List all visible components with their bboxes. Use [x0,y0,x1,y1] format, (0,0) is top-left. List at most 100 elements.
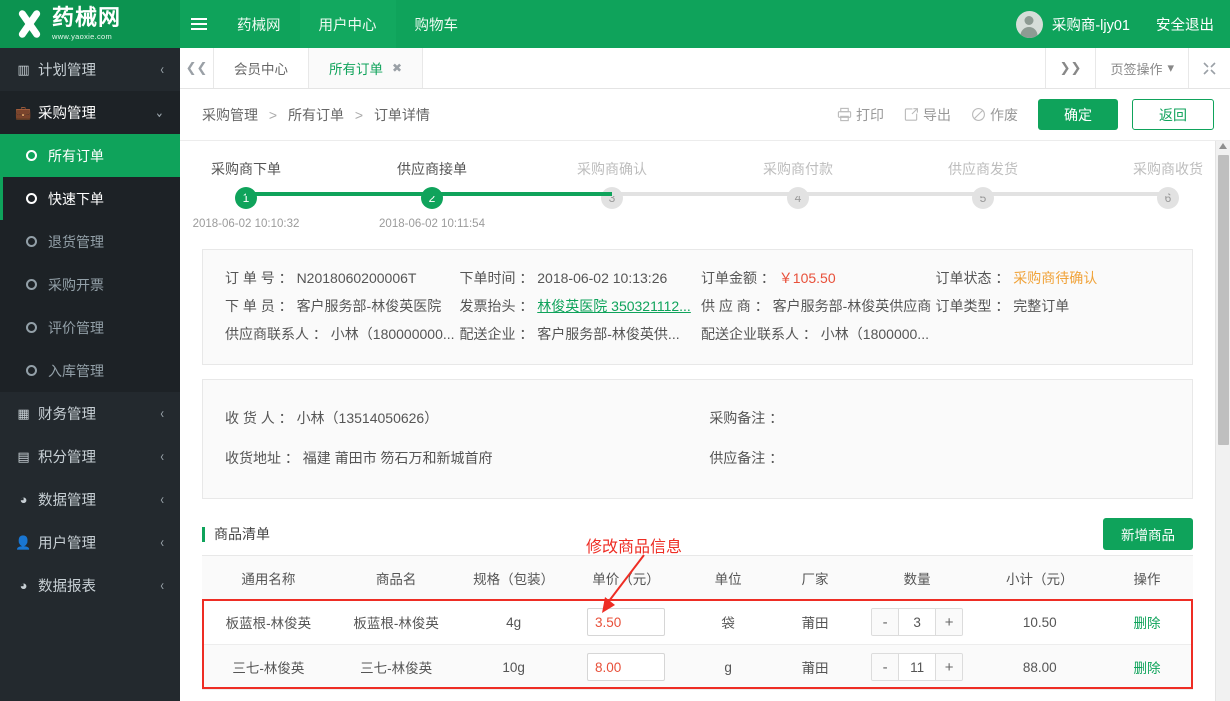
step-track-3 [612,192,798,196]
qty-value[interactable]: 3 [898,609,937,635]
sidebar-group-plan[interactable]: ▥ 计划管理 ‹ [0,48,180,91]
tab-all-orders[interactable]: 所有订单 ✖ [309,48,424,88]
void-button[interactable]: 作废 [971,105,1018,125]
delete-row-link[interactable]: 删除 [1134,661,1161,676]
topnav-item-cart[interactable]: 购物车 [396,0,478,48]
sidebar-item-all-orders[interactable]: 所有订单 [0,134,180,177]
close-icon[interactable]: ✖ [392,61,402,75]
scroll-up-arrow-icon[interactable] [1219,143,1227,149]
sidebar-group-users[interactable]: 👤 用户管理 ‹ [0,521,180,564]
order-info-col-1: 订 单 号 ： N2018060200006T 下 单 员 ： 客户服务部-林俊… [225,264,459,348]
sidebar-item-returns[interactable]: 退货管理 [0,220,180,263]
step-number: 2 [421,187,443,209]
sidebar-item-invoicing[interactable]: 采购开票 [0,263,180,306]
chart-bar-icon: ▥ [17,61,30,77]
tab-label: 会员中心 [234,62,288,77]
order-info-col-2: 下单时间 ： 2018-06-02 10:13:26 发票抬头 ： 林俊英医院 … [459,264,701,348]
sidebar-group-data[interactable]: ◕ 数据管理 ‹ [0,478,180,521]
export-button[interactable]: 导出 [904,105,951,125]
qty-value[interactable]: 11 [898,654,937,680]
expand-icon[interactable] [1188,48,1230,88]
hamburger-icon[interactable] [180,0,218,48]
brand-logo[interactable]: 药械网 www.yaoxie.com [0,0,180,48]
add-product-button[interactable]: 新增商品 [1103,518,1193,550]
cell-product-name: 三七-林俊英 [334,644,458,690]
step-number: 4 [787,187,809,209]
breadcrumb-separator: > [354,106,364,123]
tab-operations-label: 页签操作 [1110,61,1163,77]
double-chevron-right-icon[interactable]: ❯❯ [1044,48,1096,88]
unit-price-input[interactable] [586,653,665,681]
qty-increase-button[interactable]: + [936,609,963,635]
top-nav: 药械网 用户中心 购物车 [218,0,477,48]
sidebar-group-purchase[interactable]: 💼 采购管理 ⌄ [0,91,180,134]
topnav-item-yaoxiewang[interactable]: 药械网 [218,0,300,48]
qty-decrease-button[interactable]: - [872,609,899,635]
cell-generic-name: 板蓝根-林俊英 [202,599,335,645]
sidebar-item-quick-order[interactable]: 快速下单 [0,177,180,220]
cell-unit: g [682,644,775,690]
print-label: 打印 [856,106,884,123]
vertical-scrollbar[interactable] [1215,141,1230,701]
step-track-5 [983,192,1168,196]
tab-member-center[interactable]: 会员中心 [214,48,309,88]
delivery-contact-value: 小林（1800000... [820,326,929,342]
sidebar-item-label: 快速下单 [48,190,104,207]
circle-icon [26,279,37,290]
sidebar-group-points[interactable]: ▤ 积分管理 ‹ [0,435,180,478]
order-action-bar: 打印 导出 作废 确定 返回 [837,99,1214,130]
step-number: 5 [972,187,994,209]
order-info-col-3: 订单金额 ： ￥105.50 供 应 商 ： 客户服务部-林俊英供应商 配送企业… [701,264,935,348]
cell-product-name: 板蓝根-林俊英 [334,599,458,645]
receiver-value: 小林（13514050626） [296,410,439,426]
step-label: 供应商发货 [948,161,1018,177]
avatar [1015,10,1043,38]
invoice-label: 发票抬头 [459,298,516,314]
goods-table-wrap: 修改商品信息 通用名称 商品名 规格（包装） 单价（元） 单位 厂家 数量 小计… [202,537,1193,690]
table-row: 板蓝根-林俊英 板蓝根-林俊英 4g 袋 莆田 - [202,599,1193,645]
sidebar-group-label: 积分管理 [38,450,96,466]
sidebar-submenu-purchase: 所有订单 快速下单 退货管理 采购开票 评价管理 入库管理 [0,134,180,392]
supply-note-label: 供应备注 [709,450,766,466]
chevron-left-icon: ‹ [160,534,164,551]
col-action: 操作 [1101,555,1193,600]
back-button[interactable]: 返回 [1132,99,1214,130]
double-chevron-left-icon[interactable]: ❮❮ [180,48,214,88]
breadcrumb-item-2: 订单详情 [373,106,430,123]
confirm-button[interactable]: 确定 [1038,99,1118,130]
sidebar-group-finance[interactable]: ▦ 财务管理 ‹ [0,392,180,435]
sidebar-group-reports[interactable]: ◕ 数据报表 ‹ [0,564,180,607]
invoice-value[interactable]: 林俊英医院 350321112... [537,298,691,314]
step-label: 采购商付款 [763,161,833,177]
sidebar-group-label: 计划管理 [38,63,96,79]
tab-operations-menu[interactable]: 页签操作 ▾ [1095,48,1188,88]
breadcrumb-separator: > [268,106,278,123]
step-track-1 [246,192,432,196]
qty-increase-button[interactable]: + [936,654,963,680]
col-product-name: 商品名 [334,555,458,600]
user-name[interactable]: 采购商-ljy01 [1052,14,1130,35]
breadcrumb-item-1[interactable]: 所有订单 [288,107,344,123]
void-label: 作废 [990,106,1018,123]
sidebar-item-inbound[interactable]: 入库管理 [0,349,180,392]
logout-link[interactable]: 安全退出 [1156,14,1214,35]
address-value: 福建 莆田市 笏石万和新城首府 [302,450,493,466]
scrollbar-thumb[interactable] [1218,155,1229,445]
grid-icon: ▦ [17,405,30,421]
topnav-item-user-center[interactable]: 用户中心 [299,0,396,48]
delivery-company-label: 配送企业 [459,326,516,342]
breadcrumb-item-0[interactable]: 采购管理 [202,107,258,123]
order-time-value: 2018-06-02 10:13:26 [537,270,668,286]
print-button[interactable]: 打印 [837,105,884,125]
supplier-row: 供 应 商 ： 客户服务部-林俊英供应商 [701,298,932,314]
chevron-left-icon: ‹ [160,491,164,508]
delete-row-link[interactable]: 删除 [1134,616,1161,631]
sidebar-group-label: 数据管理 [38,493,96,509]
qty-decrease-button[interactable]: - [872,654,899,680]
receiver-row: 收 货 人 ： 小林（13514050626） [225,410,439,426]
top-bar-right: 采购商-ljy01 安全退出 [1015,0,1230,48]
circle-icon [26,322,37,333]
printer-icon [837,107,852,122]
sidebar-item-evaluation[interactable]: 评价管理 [0,306,180,349]
cell-factory: 莆田 [774,644,856,690]
